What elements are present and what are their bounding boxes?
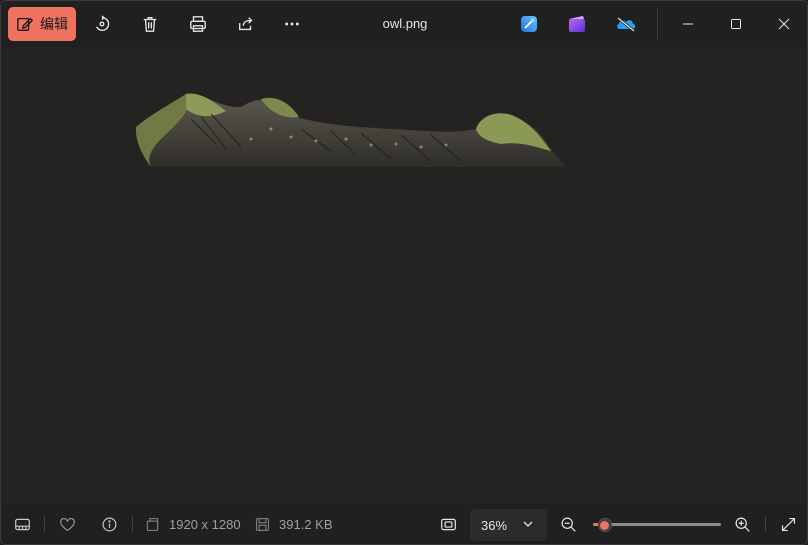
edit-icon xyxy=(17,17,34,31)
more-button[interactable] xyxy=(280,12,304,36)
file-size: 391.2 KB xyxy=(279,517,333,532)
image-canvas[interactable] xyxy=(1,47,807,504)
zoom-slider-thumb[interactable] xyxy=(597,518,612,532)
designer-icon[interactable] xyxy=(519,14,539,34)
status-separator xyxy=(132,516,133,532)
zoom-out-button[interactable] xyxy=(558,514,578,534)
zoom-level-dropdown[interactable]: 36% xyxy=(470,509,547,541)
photos-window: 编辑 owl.png 1920 x 1280 391.2 KB 36% xyxy=(0,0,808,545)
clipchamp-icon[interactable] xyxy=(567,14,587,34)
zoom-in-button[interactable] xyxy=(732,514,752,534)
expand-icon xyxy=(781,517,795,531)
file-info-button[interactable] xyxy=(99,514,119,534)
dimensions-icon-wrap xyxy=(143,514,161,534)
top-toolbar: 编辑 owl.png xyxy=(1,1,807,48)
maximize-button[interactable] xyxy=(713,9,759,39)
image-dimensions: 1920 x 1280 xyxy=(169,517,241,532)
resolution-icon xyxy=(146,517,158,531)
share-button[interactable] xyxy=(234,12,258,36)
close-button[interactable] xyxy=(761,9,807,39)
owl-image-partial xyxy=(135,93,567,167)
close-icon xyxy=(778,18,790,30)
favorite-button[interactable] xyxy=(57,514,77,534)
status-separator xyxy=(765,516,766,532)
fullscreen-button[interactable] xyxy=(778,514,798,534)
print-button[interactable] xyxy=(186,12,210,36)
delete-icon xyxy=(143,17,157,32)
minimize-button[interactable] xyxy=(665,9,711,39)
filmstrip-icon xyxy=(14,518,30,530)
fit-screen-icon xyxy=(440,518,456,530)
rotate-button[interactable] xyxy=(90,12,114,36)
onedrive-offline-icon[interactable] xyxy=(615,14,637,34)
minimize-icon xyxy=(683,23,693,25)
maximize-icon xyxy=(731,19,741,29)
status-separator xyxy=(44,516,45,532)
heart-icon xyxy=(59,517,75,531)
info-icon xyxy=(102,517,116,531)
zoom-in-icon xyxy=(735,517,750,532)
more-icon xyxy=(285,22,299,26)
rotate-icon xyxy=(95,15,110,31)
zoom-slider-track[interactable] xyxy=(593,523,721,526)
filmstrip-button[interactable] xyxy=(12,514,32,534)
edit-button[interactable]: 编辑 xyxy=(8,7,76,41)
fit-to-window-button[interactable] xyxy=(438,514,458,534)
share-icon xyxy=(239,17,253,31)
toolbar-separator xyxy=(657,9,658,39)
zoom-level-value: 36% xyxy=(481,517,508,533)
filesize-icon-wrap xyxy=(253,514,271,534)
delete-button[interactable] xyxy=(138,12,162,36)
zoom-out-icon xyxy=(561,517,576,532)
edit-button-label: 编辑 xyxy=(40,16,68,32)
save-disk-icon xyxy=(255,517,269,531)
print-icon xyxy=(190,16,206,32)
bottom-status-bar: 1920 x 1280 391.2 KB 36% xyxy=(1,504,807,544)
chevron-down-icon xyxy=(523,521,533,527)
